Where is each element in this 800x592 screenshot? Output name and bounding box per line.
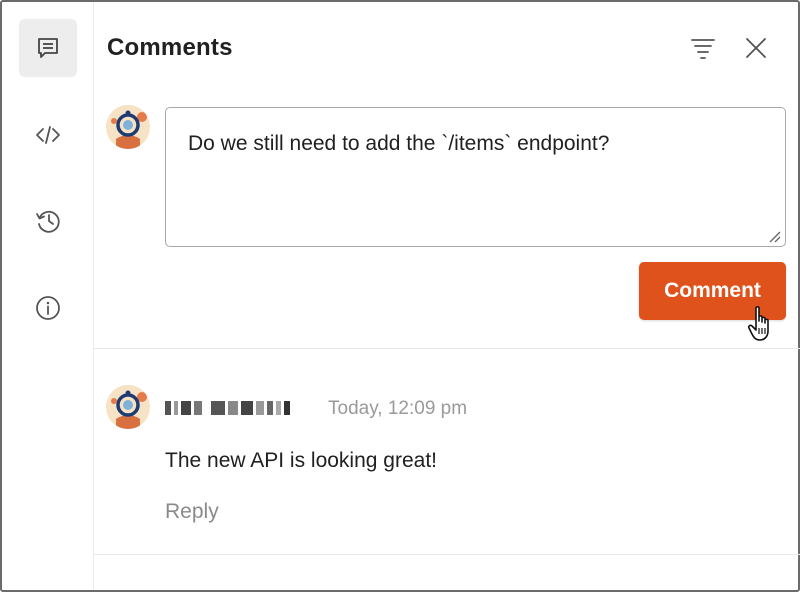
reply-link[interactable]: Reply — [165, 500, 219, 524]
astronaut-avatar-icon — [106, 385, 150, 429]
comment-body: The new API is looking great! — [165, 449, 437, 472]
comment-author-avatar — [106, 385, 150, 429]
hand-pointer-cursor-icon — [747, 306, 769, 341]
rail-button-history[interactable] — [19, 192, 77, 250]
filter-icon — [691, 39, 715, 59]
current-user-avatar — [106, 105, 150, 149]
close-button[interactable] — [738, 30, 774, 66]
rail-button-code[interactable] — [19, 106, 77, 164]
astronaut-avatar-icon — [106, 105, 150, 149]
rail-button-info[interactable] — [19, 279, 77, 337]
info-icon — [36, 296, 60, 320]
section-divider — [94, 348, 800, 349]
code-icon — [36, 126, 60, 144]
history-icon — [36, 210, 60, 233]
comment-author-name-redacted — [165, 398, 315, 418]
sidebar-rail — [2, 2, 94, 590]
filter-button[interactable] — [685, 30, 721, 66]
comment-timestamp: Today, 12:09 pm — [328, 398, 468, 419]
section-divider — [94, 554, 800, 555]
rail-button-comments[interactable] — [19, 19, 77, 77]
close-icon — [746, 38, 766, 58]
comment-input[interactable] — [165, 107, 786, 247]
comment-icon — [38, 38, 58, 58]
comments-panel: Comments Comment — [0, 0, 800, 592]
resize-grip-icon[interactable] — [766, 228, 782, 244]
panel-title: Comments — [107, 34, 233, 61]
